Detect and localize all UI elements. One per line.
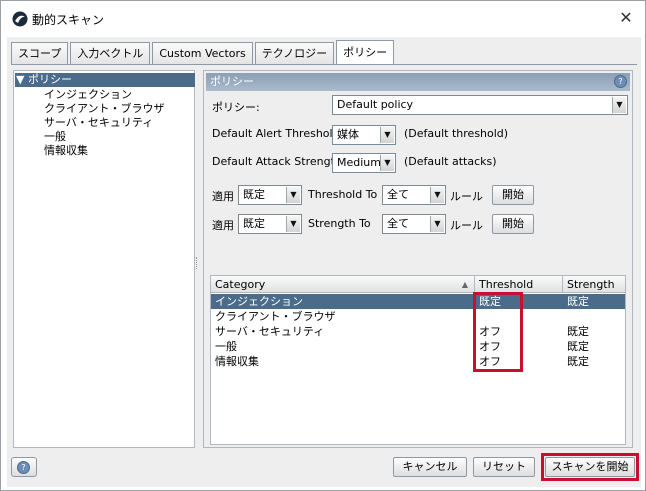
table-row[interactable]: インジェクション 既定 既定 xyxy=(211,294,625,309)
rule-label-2: ルール xyxy=(450,219,483,232)
cell-strength[interactable]: 既定 xyxy=(563,339,625,354)
sort-ascending-icon: ▲ xyxy=(461,280,468,289)
chevron-down-icon: ▼ xyxy=(380,127,394,143)
column-header-category-label: Category xyxy=(215,278,266,291)
apply-threshold-button[interactable]: 開始 xyxy=(492,185,534,205)
tab-bar: スコープ 入力ベクトル Custom Vectors テクノロジー ポリシー xyxy=(11,40,396,64)
help-icon[interactable]: ? xyxy=(614,75,627,88)
cell-category: クライアント・ブラウザ xyxy=(215,310,336,323)
close-icon[interactable]: ✕ xyxy=(615,7,637,29)
column-header-category[interactable]: Category ▲ xyxy=(211,276,475,293)
tab-input-vectors[interactable]: 入力ベクトル xyxy=(70,42,151,64)
apply-label-1: 適用 xyxy=(212,190,234,203)
alert-threshold-label: Default Alert Threshold: xyxy=(212,127,344,140)
policy-select[interactable]: Default policy ▼ xyxy=(332,95,628,115)
tab-policy[interactable]: ポリシー xyxy=(336,40,395,64)
tree-item-info-gathering[interactable]: 情報収集 xyxy=(44,144,88,158)
strength-from-select[interactable]: 既定 ▼ xyxy=(238,214,302,234)
strength-scope-value: 全て xyxy=(387,217,409,230)
policy-select-value: Default policy xyxy=(337,98,414,111)
strength-scope-select[interactable]: 全て ▼ xyxy=(382,214,446,234)
alert-threshold-value: 媒体 xyxy=(337,128,359,141)
tree-root-policy[interactable]: ▼ ポリシー xyxy=(15,73,195,87)
split-pane-divider[interactable] xyxy=(196,257,199,269)
apply-strength-button[interactable]: 開始 xyxy=(492,214,534,234)
tree-item-general[interactable]: 一般 xyxy=(44,130,66,144)
cancel-button[interactable]: キャンセル xyxy=(393,457,467,477)
window-title: 動的スキャン xyxy=(32,13,105,27)
attack-strength-value: Medium xyxy=(337,156,381,169)
help-icon: ? xyxy=(17,461,30,474)
chevron-down-icon: ▼ xyxy=(286,216,300,232)
tab-technology[interactable]: テクノロジー xyxy=(254,42,335,64)
reset-button[interactable]: リセット xyxy=(473,457,535,477)
tree-item-server-security[interactable]: サーバ・セキュリティ xyxy=(44,116,153,130)
table-row[interactable]: 情報収集 オフ 既定 xyxy=(211,354,625,369)
apply-label-2: 適用 xyxy=(212,219,234,232)
tab-custom-vectors[interactable]: Custom Vectors xyxy=(152,42,253,64)
chevron-down-icon: ▼ xyxy=(286,187,300,203)
attack-strength-select[interactable]: Medium ▼ xyxy=(332,153,396,173)
start-scan-highlight-box xyxy=(541,453,639,481)
cell-category: サーバ・セキュリティ xyxy=(215,325,325,338)
help-button[interactable]: ? xyxy=(11,457,37,477)
policy-panel: ポリシー ? ポリシー: Default policy ▼ Default Al… xyxy=(203,70,633,448)
column-header-strength[interactable]: Strength xyxy=(563,276,625,293)
cell-category: 情報収集 xyxy=(215,355,259,368)
threshold-scope-select[interactable]: 全て ▼ xyxy=(382,185,446,205)
table-row[interactable]: サーバ・セキュリティ オフ 既定 xyxy=(211,324,625,339)
cell-category: インジェクション xyxy=(215,295,303,308)
tab-divider xyxy=(11,64,637,65)
chevron-down-icon: ▼ xyxy=(430,216,444,232)
column-header-threshold[interactable]: Threshold xyxy=(475,276,563,293)
tab-scope[interactable]: スコープ xyxy=(11,42,69,64)
category-table: Category ▲ Threshold Strength インジェクション 既… xyxy=(210,275,626,445)
threshold-from-select[interactable]: 既定 ▼ xyxy=(238,185,302,205)
strength-from-value: 既定 xyxy=(243,217,265,230)
threshold-to-label: Threshold To xyxy=(308,188,378,201)
cell-strength[interactable]: 既定 xyxy=(563,294,625,309)
threshold-highlight-box xyxy=(473,292,523,372)
table-row[interactable]: クライアント・ブラウザ xyxy=(211,309,625,324)
cell-strength[interactable] xyxy=(563,309,625,324)
tree-item-injection[interactable]: インジェクション xyxy=(44,88,132,102)
dynamic-scan-dialog: 動的スキャン ✕ スコープ 入力ベクトル Custom Vectors テクノロ… xyxy=(0,0,646,491)
panel-title: ポリシー xyxy=(210,75,254,88)
threshold-from-value: 既定 xyxy=(243,188,265,201)
alert-threshold-note: (Default threshold) xyxy=(404,127,509,140)
app-icon xyxy=(12,11,28,27)
strength-to-label: Strength To xyxy=(308,217,371,230)
attack-strength-note: (Default attacks) xyxy=(404,155,497,168)
policy-label: ポリシー: xyxy=(212,101,260,114)
chevron-down-icon: ▼ xyxy=(430,187,444,203)
table-row[interactable]: 一般 オフ 既定 xyxy=(211,339,625,354)
threshold-scope-value: 全て xyxy=(387,188,409,201)
dialog-content: スコープ 入力ベクトル Custom Vectors テクノロジー ポリシー ▼… xyxy=(7,37,641,487)
cell-strength[interactable]: 既定 xyxy=(563,354,625,369)
cell-strength[interactable]: 既定 xyxy=(563,324,625,339)
title-bar: 動的スキャン ✕ xyxy=(1,1,645,35)
chevron-down-icon: ▼ xyxy=(380,155,394,171)
alert-threshold-select[interactable]: 媒体 ▼ xyxy=(332,125,396,145)
cell-category: 一般 xyxy=(215,340,237,353)
panel-header: ポリシー ? xyxy=(206,73,630,91)
tree-item-client-browser[interactable]: クライアント・ブラウザ xyxy=(44,102,165,116)
attack-strength-label: Default Attack Strength: xyxy=(212,155,346,168)
rule-label-1: ルール xyxy=(450,190,483,203)
category-tree: ▼ ポリシー インジェクション クライアント・ブラウザ サーバ・セキュリティ 一… xyxy=(13,70,195,448)
chevron-down-icon: ▼ xyxy=(612,97,626,113)
